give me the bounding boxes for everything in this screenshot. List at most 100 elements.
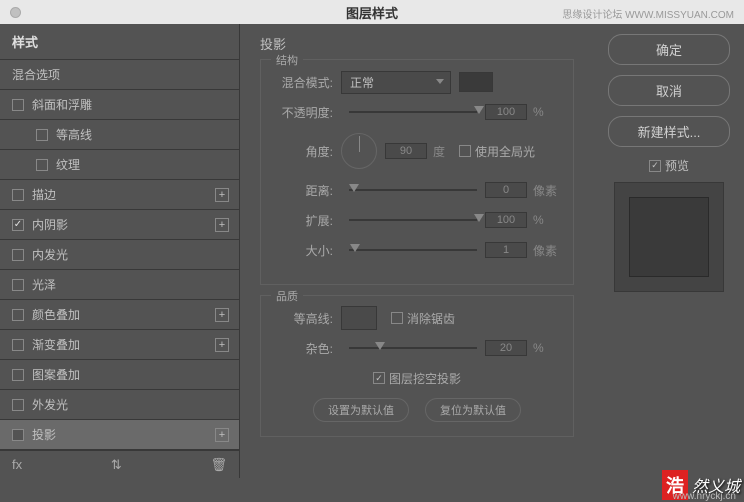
- angle-dial[interactable]: [341, 133, 377, 169]
- style-label: 颜色叠加: [32, 306, 80, 323]
- knockout-label: 图层挖空投影: [389, 370, 461, 387]
- add-effect-icon[interactable]: +: [215, 308, 229, 322]
- opacity-unit: %: [533, 105, 559, 119]
- distance-label: 距离:: [275, 182, 333, 199]
- noise-label: 杂色:: [275, 340, 333, 357]
- distance-slider[interactable]: [349, 189, 477, 191]
- style-item[interactable]: 描边 +: [0, 180, 239, 210]
- opacity-input[interactable]: 100: [485, 104, 527, 120]
- style-checkbox[interactable]: [36, 129, 48, 141]
- style-checkbox[interactable]: [36, 159, 48, 171]
- arrange-button[interactable]: ⇅: [111, 457, 122, 473]
- style-checkbox[interactable]: [12, 309, 24, 321]
- structure-fieldset: 结构 混合模式: 正常 不透明度: 100 % 角度: 90 度 使用全局光: [260, 59, 574, 285]
- add-effect-icon[interactable]: +: [215, 338, 229, 352]
- angle-input[interactable]: 90: [385, 143, 427, 159]
- blend-mode-dropdown[interactable]: 正常: [341, 71, 451, 94]
- style-item[interactable]: 等高线: [0, 120, 239, 150]
- section-title: 投影: [260, 34, 574, 53]
- distance-input[interactable]: 0: [485, 182, 527, 198]
- style-item[interactable]: 投影 +: [0, 420, 239, 450]
- style-label: 描边: [32, 186, 56, 203]
- style-label: 等高线: [56, 126, 92, 143]
- global-light-label: 使用全局光: [475, 143, 535, 160]
- size-row: 大小: 1 像素: [275, 240, 559, 260]
- noise-slider[interactable]: [349, 347, 477, 349]
- add-effect-icon[interactable]: +: [215, 428, 229, 442]
- set-default-button[interactable]: 设置为默认值: [313, 398, 409, 422]
- style-item[interactable]: 渐变叠加 +: [0, 330, 239, 360]
- noise-row: 杂色: 20 %: [275, 338, 559, 358]
- preview-label: 预览: [665, 157, 689, 174]
- style-checkbox[interactable]: [12, 369, 24, 381]
- knockout-row: 图层挖空投影: [275, 368, 559, 388]
- quality-legend: 品质: [271, 288, 303, 304]
- distance-unit: 像素: [533, 182, 559, 199]
- style-item[interactable]: 图案叠加: [0, 360, 239, 390]
- window-control-dot[interactable]: [10, 7, 21, 18]
- style-item[interactable]: 纹理: [0, 150, 239, 180]
- style-label: 投影: [32, 426, 56, 443]
- contour-row: 等高线: 消除锯齿: [275, 308, 559, 328]
- spread-row: 扩展: 100 %: [275, 210, 559, 230]
- default-buttons-row: 设置为默认值 复位为默认值: [275, 398, 559, 422]
- add-effect-icon[interactable]: +: [215, 188, 229, 202]
- opacity-label: 不透明度:: [275, 104, 333, 121]
- contour-picker[interactable]: [341, 306, 377, 330]
- noise-unit: %: [533, 341, 559, 355]
- watermark-top: 思缘设计论坛 WWW.MISSYUAN.COM: [562, 6, 734, 21]
- structure-legend: 结构: [271, 52, 303, 68]
- preview-checkbox[interactable]: [649, 160, 661, 172]
- style-checkbox[interactable]: [12, 339, 24, 351]
- style-checkbox[interactable]: [12, 249, 24, 261]
- style-checkbox[interactable]: [12, 279, 24, 291]
- style-label: 渐变叠加: [32, 336, 80, 353]
- style-label: 斜面和浮雕: [32, 96, 92, 113]
- noise-input[interactable]: 20: [485, 340, 527, 356]
- style-item[interactable]: 斜面和浮雕: [0, 90, 239, 120]
- trash-button[interactable]: 🗑: [210, 457, 227, 473]
- global-light-checkbox[interactable]: [459, 145, 471, 157]
- cancel-button[interactable]: 取消: [608, 75, 730, 106]
- size-label: 大小:: [275, 242, 333, 259]
- fx-button[interactable]: fx: [12, 457, 22, 473]
- angle-row: 角度: 90 度 使用全局光: [275, 132, 559, 170]
- add-effect-icon[interactable]: +: [215, 218, 229, 232]
- knockout-checkbox[interactable]: [373, 372, 385, 384]
- size-input[interactable]: 1: [485, 242, 527, 258]
- actions-panel: 确定 取消 新建样式... 预览: [594, 24, 744, 478]
- spread-slider[interactable]: [349, 219, 477, 221]
- size-slider[interactable]: [349, 249, 477, 251]
- style-checkbox[interactable]: [12, 429, 24, 441]
- style-list: 混合选项 斜面和浮雕等高线纹理描边+内阴影+内发光光泽颜色叠加+渐变叠加+图案叠…: [0, 60, 239, 450]
- style-item[interactable]: 颜色叠加 +: [0, 300, 239, 330]
- spread-input[interactable]: 100: [485, 212, 527, 228]
- style-checkbox[interactable]: [12, 399, 24, 411]
- preview-box: [614, 182, 724, 292]
- opacity-row: 不透明度: 100 %: [275, 102, 559, 122]
- blend-mode-row: 混合模式: 正常: [275, 72, 559, 92]
- angle-label: 角度:: [275, 143, 333, 160]
- shadow-color-swatch[interactable]: [459, 72, 493, 92]
- opacity-slider[interactable]: [349, 111, 477, 113]
- ok-button[interactable]: 确定: [608, 34, 730, 65]
- contour-label: 等高线:: [275, 310, 333, 327]
- style-label: 外发光: [32, 396, 68, 413]
- styles-panel: 样式 混合选项 斜面和浮雕等高线纹理描边+内阴影+内发光光泽颜色叠加+渐变叠加+…: [0, 24, 240, 478]
- spread-unit: %: [533, 213, 559, 227]
- style-item[interactable]: 内阴影+: [0, 210, 239, 240]
- style-item[interactable]: 内发光: [0, 240, 239, 270]
- style-checkbox[interactable]: [12, 99, 24, 111]
- antialias-label: 消除锯齿: [407, 310, 455, 327]
- blending-options-label: 混合选项: [12, 66, 60, 83]
- size-unit: 像素: [533, 242, 559, 259]
- style-item[interactable]: 光泽: [0, 270, 239, 300]
- style-checkbox[interactable]: [12, 219, 24, 231]
- antialias-checkbox[interactable]: [391, 312, 403, 324]
- style-item[interactable]: 外发光: [0, 390, 239, 420]
- reset-default-button[interactable]: 复位为默认值: [425, 398, 521, 422]
- style-checkbox[interactable]: [12, 189, 24, 201]
- blending-options-item[interactable]: 混合选项: [0, 60, 239, 90]
- new-style-button[interactable]: 新建样式...: [608, 116, 730, 147]
- preview-inner: [629, 197, 709, 277]
